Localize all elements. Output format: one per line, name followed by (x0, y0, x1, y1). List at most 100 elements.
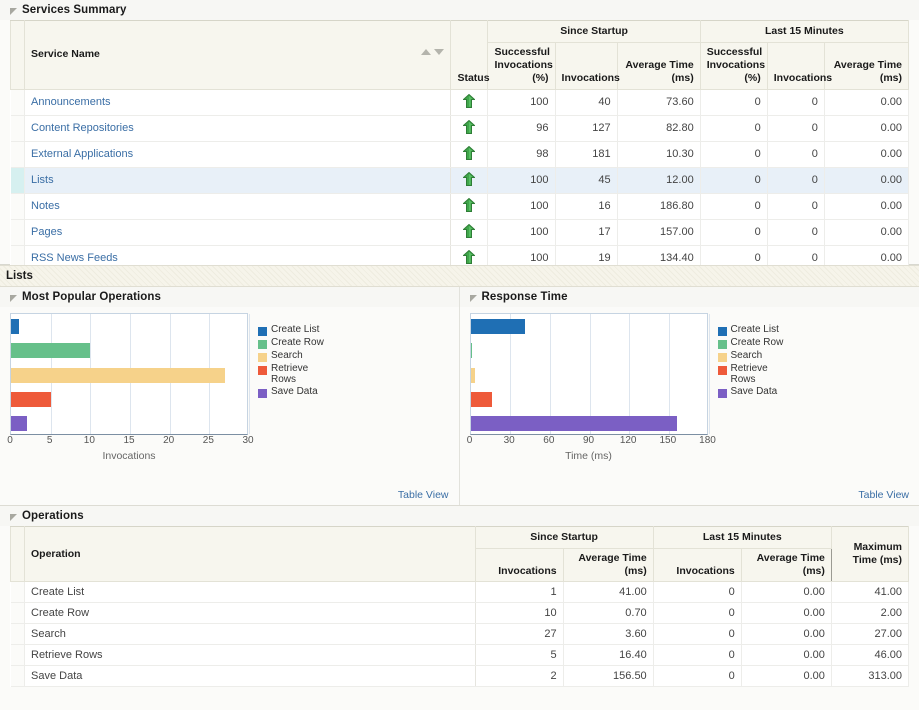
l15-average-time-cell: 0.00 (824, 167, 908, 193)
chart-legend: Create List Create Row Search Retrieve Rows… (258, 313, 329, 462)
th-l15-average-time[interactable]: Average Time (ms) (741, 549, 831, 582)
th-l15-average-time[interactable]: Average Time (ms) (824, 43, 908, 89)
chart-bar[interactable] (11, 319, 19, 334)
table-row[interactable]: Announcements1004073.60000.00 (11, 89, 909, 115)
sort-controls[interactable] (421, 48, 444, 55)
chart-legend-item[interactable]: Save Data (258, 387, 329, 398)
table-row[interactable]: Notes10016186.80000.00 (11, 193, 909, 219)
chart-legend-item[interactable]: Create List (258, 325, 329, 336)
service-name-cell[interactable]: Lists (25, 167, 451, 193)
chart-bar[interactable] (11, 343, 90, 358)
service-name-cell[interactable]: Content Repositories (25, 115, 451, 141)
ss-average-time-cell: 12.00 (617, 167, 700, 193)
service-name-cell[interactable]: Announcements (25, 89, 451, 115)
chart-bar[interactable] (471, 368, 476, 383)
l15-invocations-cell: 0 (653, 603, 741, 624)
th-ss-invocations[interactable]: Invocations (555, 43, 617, 89)
chart-legend-item[interactable]: Search (718, 351, 789, 362)
triangle-collapse-icon[interactable] (470, 295, 477, 302)
th-ss-average-time[interactable]: Average Time (ms) (617, 43, 700, 89)
triangle-collapse-icon[interactable] (10, 514, 17, 521)
chart-bar[interactable] (471, 392, 493, 407)
th-ss-invocations[interactable]: Invocations (475, 549, 563, 582)
service-name-cell[interactable]: Notes (25, 193, 451, 219)
chart-bar[interactable] (11, 392, 51, 407)
chart-bar[interactable] (11, 368, 225, 383)
chart-legend-item[interactable]: Retrieve Rows (258, 364, 329, 385)
row-handle[interactable] (11, 603, 25, 624)
row-handle[interactable] (11, 666, 25, 687)
service-name-cell[interactable]: Pages (25, 219, 451, 245)
maximum-time-cell: 2.00 (831, 603, 908, 624)
ss-successful-invocations-cell: 100 (488, 193, 555, 219)
service-link[interactable]: Pages (31, 226, 62, 238)
services-summary-header[interactable]: Services Summary (0, 0, 919, 20)
status-cell (451, 115, 488, 141)
chart-bar[interactable] (11, 416, 27, 431)
table-view-link[interactable]: Table View (858, 489, 909, 501)
most-popular-operations-header[interactable]: Most Popular Operations (0, 287, 459, 307)
row-handle[interactable] (11, 167, 25, 193)
operations-table-body: Create List141.0000.0041.00Create Row100… (11, 582, 909, 687)
table-row[interactable]: Create Row100.7000.002.00 (11, 603, 909, 624)
ss-successful-invocations-cell: 96 (488, 115, 555, 141)
service-link[interactable]: Content Repositories (31, 122, 134, 134)
table-row[interactable]: Search273.6000.0027.00 (11, 624, 909, 645)
th-ss-successful-invocations[interactable]: Successful Invocations (%) (488, 43, 555, 89)
services-summary-panel: Services Summary Service Name (0, 0, 919, 265)
th-l15-invocations[interactable]: Invocations (767, 43, 824, 89)
th-group-since-startup: Since Startup (488, 21, 700, 43)
triangle-collapse-icon[interactable] (10, 8, 17, 15)
ss-invocations-cell: 1 (475, 582, 563, 603)
th-l15-successful-invocations[interactable]: Successful Invocations (%) (700, 43, 767, 89)
chart-legend-item[interactable]: Create Row (718, 338, 789, 349)
service-link[interactable]: RSS News Feeds (31, 252, 118, 264)
ss-successful-invocations-cell: 100 (488, 167, 555, 193)
chart-legend-item[interactable]: Save Data (718, 387, 789, 398)
sort-descending-icon[interactable] (434, 49, 444, 55)
th-service-name[interactable]: Service Name (25, 21, 451, 90)
operations-header[interactable]: Operations (0, 506, 919, 526)
service-link[interactable]: External Applications (31, 148, 133, 160)
row-handle[interactable] (11, 582, 25, 603)
service-name-cell[interactable]: External Applications (25, 141, 451, 167)
sort-ascending-icon[interactable] (421, 49, 431, 55)
row-handle[interactable] (11, 141, 25, 167)
table-row[interactable]: Pages10017157.00000.00 (11, 219, 909, 245)
row-handle[interactable] (11, 193, 25, 219)
chart-bar[interactable] (471, 319, 525, 334)
status-cell (451, 167, 488, 193)
table-row[interactable]: Create List141.0000.0041.00 (11, 582, 909, 603)
chart-legend-item[interactable]: Create Row (258, 338, 329, 349)
row-handle[interactable] (11, 89, 25, 115)
th-maximum-time[interactable]: Maximum Time (ms) (831, 527, 908, 582)
row-handle[interactable] (11, 624, 25, 645)
th-status[interactable]: Status (451, 21, 488, 90)
th-l15-invocations[interactable]: Invocations (653, 549, 741, 582)
service-link[interactable]: Notes (31, 200, 60, 212)
table-row[interactable]: External Applications9818110.30000.00 (11, 141, 909, 167)
row-handle[interactable] (11, 115, 25, 141)
table-row[interactable]: Retrieve Rows516.4000.0046.00 (11, 645, 909, 666)
chart-bar[interactable] (471, 343, 472, 358)
triangle-collapse-icon[interactable] (10, 295, 17, 302)
response-time-header[interactable]: Response Time (460, 287, 919, 307)
chart-legend-item[interactable]: Search (258, 351, 329, 362)
table-row[interactable]: Lists1004512.00000.00 (11, 167, 909, 193)
chart-legend-item[interactable]: Retrieve Rows (718, 364, 789, 385)
table-row[interactable]: Content Repositories9612782.80000.00 (11, 115, 909, 141)
chart-title: Most Popular Operations (22, 291, 161, 303)
chart-legend-item[interactable]: Create List (718, 325, 789, 336)
th-ss-average-time[interactable]: Average Time (ms) (563, 549, 653, 582)
chart-bar[interactable] (471, 416, 678, 431)
table-view-link[interactable]: Table View (398, 489, 449, 501)
service-link[interactable]: Announcements (31, 96, 111, 108)
chart-footer: Table View (398, 489, 449, 501)
green-up-arrow-icon (463, 120, 475, 134)
service-link[interactable]: Lists (31, 174, 54, 186)
row-handle[interactable] (11, 219, 25, 245)
chart-x-tick-label: 120 (620, 435, 637, 446)
th-operation[interactable]: Operation (25, 527, 476, 582)
table-row[interactable]: Save Data2156.5000.00313.00 (11, 666, 909, 687)
row-handle[interactable] (11, 645, 25, 666)
